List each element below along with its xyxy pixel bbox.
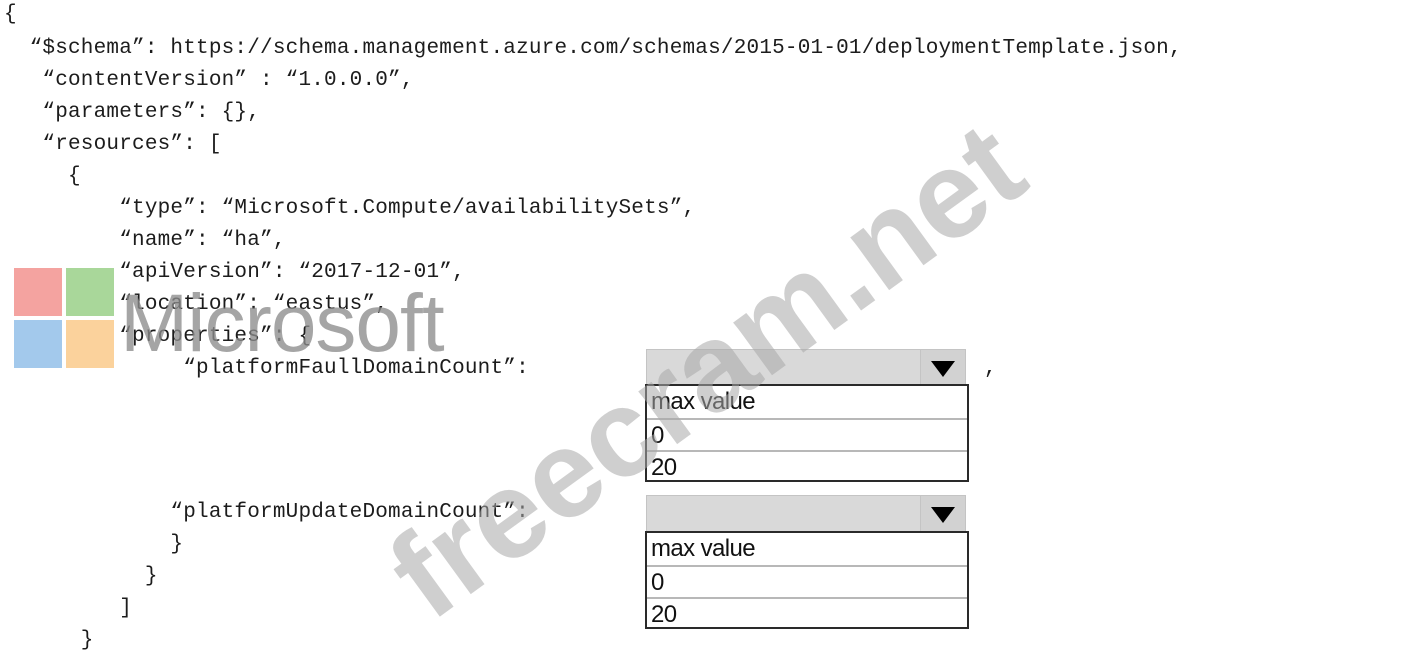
update-domain-dropdown-button[interactable] [920,496,965,532]
logo-square-red [14,268,62,316]
code-line-close-properties: } [4,533,184,556]
code-line-content-version: “contentVersion” : “1.0.0.0”, [4,69,414,92]
code-line-close-resources: ] [4,597,133,620]
logo-square-yellow [66,320,114,368]
code-line-name: “name”: “ha”, [4,229,286,252]
code-line-close-root: } [4,629,94,652]
code-line-parameters: “parameters”: {}, [4,101,261,124]
microsoft-logo [14,268,116,370]
update-domain-options: max value 0 20 [645,531,969,629]
code-line-type: “type”: “Microsoft.Compute/availabilityS… [4,197,696,220]
code-line-open-brace: { [4,3,17,26]
code-line-schema: “$schema”: https://schema.management.azu… [4,37,1182,60]
update-domain-option-0[interactable]: 0 [647,565,967,597]
update-domain-option-20[interactable]: 20 [647,597,967,629]
code-line-close-resource: } [4,565,158,588]
triangle-down-icon [931,361,955,377]
logo-square-green [66,268,114,316]
update-domain-dropdown[interactable] [646,495,966,533]
microsoft-wordmark: Microsoft [120,278,445,369]
trailing-comma: , [984,357,997,380]
code-line-resources: “resources”: [ [4,133,222,156]
logo-square-blue [14,320,62,368]
triangle-down-icon [931,507,955,523]
update-domain-option-max-value[interactable]: max value [647,533,967,565]
code-line-resource-open: { [4,165,81,188]
fault-domain-dropdown-button[interactable] [920,350,965,386]
